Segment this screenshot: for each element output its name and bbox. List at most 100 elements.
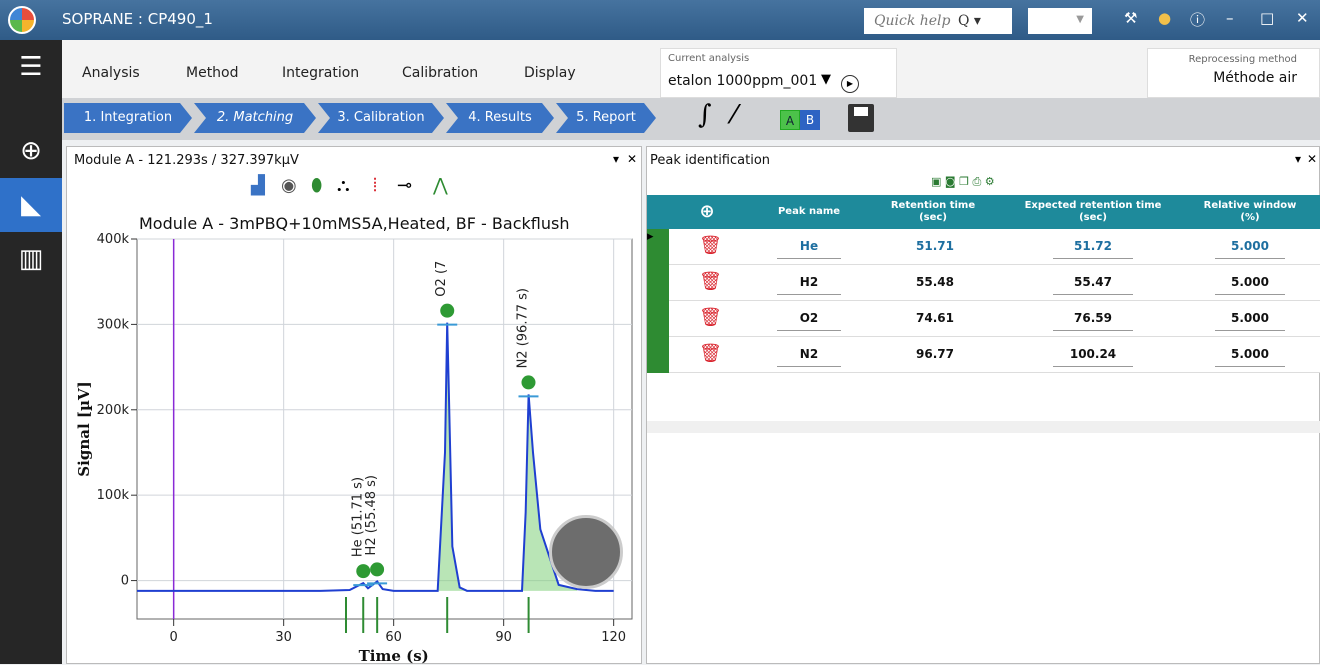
peak-name-cell[interactable]: N2 (777, 347, 841, 367)
search-icon[interactable]: Q ▾ (958, 8, 981, 34)
peak-identification-panel: Peak identification ▾ ✕ ▣ ◙ ❐ ⎙ ⚙ ⊕ Peak… (646, 146, 1320, 664)
peak-label: He (51.71 s) (350, 477, 365, 557)
hamburger-menu-icon[interactable]: ☰ (0, 40, 62, 94)
link-peaks-icon[interactable]: ⊸ (397, 175, 412, 196)
title-dropdown[interactable]: ▼ (1028, 8, 1092, 34)
header-expected-retention[interactable]: Expected retention time (sec) (1023, 195, 1163, 229)
maximize-icon[interactable]: □ (1260, 9, 1274, 27)
header-relative-window[interactable]: Relative window (%) (1195, 195, 1305, 229)
relative-window-cell[interactable]: 5.000 (1215, 311, 1285, 331)
y-tick-label: 0 (121, 574, 129, 589)
chart-toolbar: ▟ ◉ ⬮ ⛬ ⦙ ⊸ ⋀ (237, 175, 457, 203)
menu-calibration[interactable]: Calibration (402, 65, 478, 81)
user-icon[interactable]: ● (1158, 9, 1171, 27)
peak-info-icon[interactable]: ⬮ (311, 175, 322, 196)
chevron-down-icon[interactable]: ▼ (821, 72, 831, 87)
step-matching[interactable]: 2. Matching (194, 103, 316, 133)
expected-retention-cell[interactable]: 100.24 (1053, 347, 1133, 367)
step-report[interactable]: 5. Report (556, 103, 656, 133)
current-analysis-label: Current analysis (668, 53, 750, 64)
expected-retention-cell[interactable]: 51.72 (1053, 239, 1133, 259)
trash-icon[interactable]: 🗑 (699, 343, 722, 364)
current-analysis-selector[interactable]: Current analysis etalon 1000ppm_001 ▼ ▶ (660, 48, 897, 98)
current-analysis-value: etalon 1000ppm_001 (668, 73, 818, 89)
table-row[interactable]: 🗑 O2 74.61 76.59 5.000 (647, 301, 1320, 337)
peak-name-cell[interactable]: O2 (777, 311, 841, 331)
panel-close-icon[interactable]: ✕ (1307, 152, 1317, 166)
magic-wand-icon[interactable]: ⁄ (732, 100, 736, 130)
row-marker[interactable]: ▸ (647, 229, 669, 265)
x-tick-label: 30 (275, 630, 292, 645)
tools-icon[interactable]: ⚒ (1124, 9, 1137, 27)
y-tick-label: 300k (97, 317, 130, 332)
row-marker[interactable] (647, 265, 669, 301)
pan-navigator[interactable] (549, 515, 623, 589)
remove-peak-icon[interactable]: ◉ (281, 175, 297, 196)
settings-icon[interactable]: ⚙ (985, 175, 995, 188)
module-b-toggle[interactable]: B (800, 110, 820, 130)
chromatogram-panel-title: Module A - 121.293s / 327.397kµV (74, 153, 299, 168)
menu-integration[interactable]: Integration (282, 65, 359, 81)
left-sidebar: ☰ ⊕ ◣ ▥ (0, 40, 62, 664)
reprocessing-value: Méthode air (1213, 70, 1297, 86)
workflow-bar: 1. Integration 2. Matching 3. Calibratio… (62, 98, 1320, 140)
peak-details-icon[interactable]: ⛬ (337, 175, 350, 196)
peak-name-cell[interactable]: H2 (777, 275, 841, 295)
step-results[interactable]: 4. Results (446, 103, 554, 133)
relative-window-cell[interactable]: 5.000 (1215, 347, 1285, 367)
minimize-icon[interactable]: – (1226, 9, 1234, 27)
delete-marker-icon[interactable]: ⦙ (373, 175, 377, 196)
integrate-icon[interactable]: ∫ (698, 100, 712, 130)
add-peak-icon[interactable]: ⊕ (687, 195, 727, 229)
chart-title: Module A - 3mPBQ+10mMS5A,Heated, BF - Ba… (139, 214, 569, 233)
book-icon[interactable]: ▥ (0, 232, 62, 286)
play-analysis-icon[interactable]: ▶ (841, 75, 859, 93)
step-integration[interactable]: 1. Integration (64, 103, 192, 133)
relative-window-cell[interactable]: 5.000 (1215, 275, 1285, 295)
table-row[interactable]: 🗑 H2 55.48 55.47 5.000 (647, 265, 1320, 301)
x-tick-label: 60 (385, 630, 402, 645)
peak-name-cell[interactable]: He (777, 239, 841, 259)
y-tick-label: 200k (97, 403, 130, 418)
panel-menu-icon[interactable]: ▾ (613, 152, 619, 166)
module-a-toggle[interactable]: A (780, 110, 800, 130)
header-peak-name[interactable]: Peak name (759, 195, 859, 229)
split-peak-icon[interactable]: ⋀ (433, 175, 448, 196)
table-row[interactable]: 🗑 N2 96.77 100.24 5.000 (647, 337, 1320, 373)
x-axis-label: Time (s) (359, 647, 429, 665)
reprocessing-method-box[interactable]: Reprocessing method Méthode air (1147, 48, 1320, 98)
panel-close-icon[interactable]: ✕ (627, 152, 637, 166)
info-icon[interactable]: ⓘ (1190, 9, 1205, 30)
chromatogram-chart[interactable]: Module A - 3mPBQ+10mMS5A,Heated, BF - Ba… (67, 209, 641, 665)
expected-retention-cell[interactable]: 55.47 (1053, 275, 1133, 295)
peak-label: H2 (55.48 s) (364, 475, 379, 555)
horizontal-scrollbar[interactable] (647, 421, 1320, 433)
trash-icon[interactable]: 🗑 (699, 307, 722, 328)
trash-icon[interactable]: 🗑 (699, 235, 722, 256)
header-retention-time[interactable]: Retention time (sec) (883, 195, 983, 229)
copy-icon[interactable]: ❐ (959, 175, 969, 188)
print-icon[interactable]: ⎙ (972, 175, 981, 188)
panel-menu-icon[interactable]: ▾ (1295, 152, 1301, 166)
add-baseline-icon[interactable]: ▟ (251, 175, 265, 196)
retention-time-cell: 55.48 (916, 275, 954, 289)
row-marker[interactable] (647, 301, 669, 337)
search-analysis-icon[interactable]: ⊕ (0, 124, 62, 178)
trash-icon[interactable]: 🗑 (699, 271, 722, 292)
camera-icon[interactable]: ◙ (945, 175, 956, 188)
row-marker[interactable] (647, 337, 669, 373)
peak-identification-title: Peak identification (650, 153, 771, 168)
step-calibration[interactable]: 3. Calibration (318, 103, 444, 133)
close-icon[interactable]: ✕ (1296, 9, 1309, 27)
expected-retention-cell[interactable]: 76.59 (1053, 311, 1133, 331)
chromatogram-icon[interactable]: ◣ (0, 178, 62, 232)
menu-method[interactable]: Method (186, 65, 239, 81)
app-logo (8, 6, 36, 34)
menu-analysis[interactable]: Analysis (82, 65, 140, 81)
table-row[interactable]: ▸ 🗑 He 51.71 51.72 5.000 (647, 229, 1320, 265)
menu-display[interactable]: Display (524, 65, 576, 81)
quick-help-search[interactable]: Quick help Q ▾ (864, 8, 1012, 34)
relative-window-cell[interactable]: 5.000 (1215, 239, 1285, 259)
export-excel-icon[interactable]: ▣ (931, 175, 941, 188)
save-icon[interactable] (848, 104, 874, 132)
